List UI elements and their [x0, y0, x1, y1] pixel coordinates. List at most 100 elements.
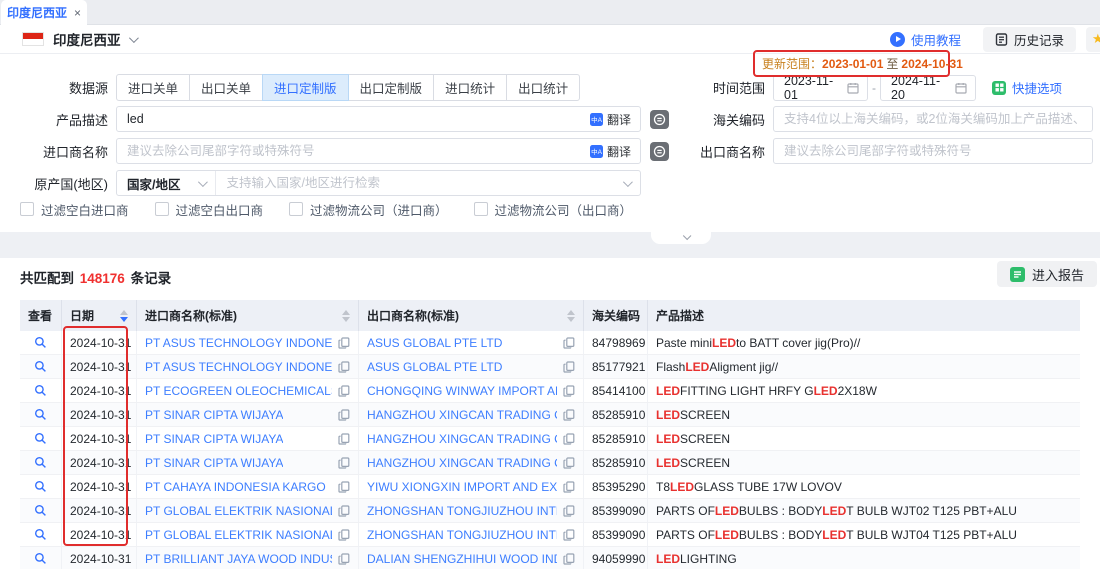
source-tab[interactable]: 出口关单	[189, 74, 263, 101]
view-cell[interactable]	[20, 403, 62, 426]
magnifier-icon[interactable]	[34, 408, 47, 421]
source-tab[interactable]: 进口统计	[433, 74, 507, 101]
origin-search-input[interactable]	[216, 171, 615, 195]
importer-link[interactable]: PT SINAR CIPTA WIJAYA	[145, 432, 283, 446]
header-importer[interactable]: 进口商名称(标准)	[137, 300, 359, 331]
date-end-input[interactable]: 2024-11-20	[880, 75, 976, 101]
tab-indonesia[interactable]: 印度尼西亚 ×	[1, 0, 87, 25]
view-cell[interactable]	[20, 451, 62, 474]
sort-icon[interactable]	[336, 310, 350, 322]
product-desc-input[interactable]	[117, 107, 590, 131]
source-tab[interactable]: 进口定制版	[262, 74, 349, 101]
close-icon[interactable]: ×	[74, 6, 81, 20]
importer-link[interactable]: PT ASUS TECHNOLOGY INDONESIA BA...	[145, 336, 332, 350]
view-cell[interactable]	[20, 427, 62, 450]
tutorial-link[interactable]: 使用教程	[890, 30, 961, 49]
history-button[interactable]: 历史记录	[983, 27, 1076, 52]
filter-checkbox[interactable]: 过滤物流公司（出口商）	[474, 200, 633, 219]
magnifier-icon[interactable]	[34, 360, 47, 373]
copy-icon[interactable]	[338, 409, 350, 421]
country-selector[interactable]: 印度尼西亚	[53, 29, 121, 49]
copy-icon[interactable]	[338, 553, 350, 565]
source-tab[interactable]: 出口定制版	[348, 74, 435, 101]
importer-link[interactable]: PT GLOBAL ELEKTRIK NASIONAL	[145, 504, 332, 518]
filter-checkbox[interactable]: 过滤空白进口商	[20, 200, 129, 219]
importer-link[interactable]: PT BRILLIANT JAYA WOOD INDUSTRY	[145, 552, 332, 566]
magnifier-icon[interactable]	[34, 552, 47, 565]
copy-icon[interactable]	[338, 505, 350, 517]
magnifier-icon[interactable]	[34, 528, 47, 541]
translate-button[interactable]: 中A 翻译	[590, 143, 640, 160]
importer-link[interactable]: PT SINAR CIPTA WIJAYA	[145, 456, 283, 470]
magnifier-icon[interactable]	[34, 456, 47, 469]
sort-icon[interactable]	[561, 310, 575, 322]
exporter-link[interactable]: ZHONGSHAN TONGJIUZHOU INTERNA...	[367, 528, 557, 542]
exporter-link[interactable]: CHONGQING WINWAY IMPORT AND E...	[367, 384, 557, 398]
collapse-panel-button[interactable]	[651, 232, 711, 244]
magnifier-icon[interactable]	[34, 384, 47, 397]
header-date[interactable]: 日期	[62, 300, 137, 331]
importer-link[interactable]: PT ASUS TECHNOLOGY INDONESIA BA...	[145, 360, 332, 374]
magnifier-icon[interactable]	[34, 504, 47, 517]
copy-icon[interactable]	[338, 433, 350, 445]
copy-icon[interactable]	[338, 361, 350, 373]
view-cell[interactable]	[20, 499, 62, 522]
source-tab[interactable]: 进口关单	[116, 74, 190, 101]
exporter-input[interactable]	[774, 139, 1092, 163]
copy-icon[interactable]	[563, 457, 575, 469]
copy-icon[interactable]	[338, 529, 350, 541]
copy-icon[interactable]	[563, 433, 575, 445]
copy-icon[interactable]	[338, 337, 350, 349]
view-cell[interactable]	[20, 475, 62, 498]
date-start-input[interactable]: 2023-11-01	[773, 75, 868, 101]
importer-input[interactable]	[117, 139, 590, 163]
view-cell[interactable]	[20, 523, 62, 546]
enter-report-button[interactable]: 进入报告	[997, 261, 1097, 287]
copy-icon[interactable]	[563, 481, 575, 493]
magnifier-icon[interactable]	[34, 480, 47, 493]
magnifier-icon[interactable]	[34, 432, 47, 445]
view-cell[interactable]	[20, 331, 62, 354]
exporter-link[interactable]: HANGZHOU XINGCAN TRADING CO LTD	[367, 432, 557, 446]
origin-type-select[interactable]: 国家/地区	[117, 171, 216, 195]
copy-icon[interactable]	[563, 361, 575, 373]
source-tab[interactable]: 出口统计	[506, 74, 580, 101]
copy-icon[interactable]	[563, 553, 575, 565]
sort-icon[interactable]	[114, 310, 128, 322]
importer-link[interactable]: PT ECOGREEN OLEOCHEMICALS	[145, 384, 332, 398]
header-exporter[interactable]: 出口商名称(标准)	[359, 300, 584, 331]
chevron-down-icon[interactable]	[128, 33, 138, 43]
favorite-button[interactable]: ★	[1086, 27, 1100, 52]
importer-link[interactable]: PT CAHAYA INDONESIA KARGO	[145, 480, 326, 494]
copy-icon[interactable]	[338, 457, 350, 469]
checkbox-icon[interactable]	[20, 202, 34, 216]
exporter-link[interactable]: HANGZHOU XINGCAN TRADING CO LTD	[367, 408, 557, 422]
magnifier-icon[interactable]	[34, 336, 47, 349]
importer-link[interactable]: PT SINAR CIPTA WIJAYA	[145, 408, 283, 422]
exporter-link[interactable]: ZHONGSHAN TONGJIUZHOU INTERNA...	[367, 504, 557, 518]
copy-icon[interactable]	[563, 409, 575, 421]
view-cell[interactable]	[20, 547, 62, 569]
filter-checkbox[interactable]: 过滤空白出口商	[155, 200, 264, 219]
filter-checkbox[interactable]: 过滤物流公司（进口商）	[289, 200, 448, 219]
copy-icon[interactable]	[563, 529, 575, 541]
view-cell[interactable]	[20, 379, 62, 402]
copy-icon[interactable]	[563, 337, 575, 349]
exporter-link[interactable]: YIWU XIONGXIN IMPORT AND EXPORT...	[367, 480, 557, 494]
checkbox-icon[interactable]	[155, 202, 169, 216]
chevron-down-icon[interactable]	[615, 174, 640, 192]
translate-button[interactable]: 中A 翻译	[590, 111, 640, 128]
checkbox-icon[interactable]	[474, 202, 488, 216]
exporter-link[interactable]: ASUS GLOBAL PTE LTD	[367, 360, 502, 374]
view-cell[interactable]	[20, 355, 62, 378]
ocr-capture-icon[interactable]	[650, 110, 669, 129]
checkbox-icon[interactable]	[289, 202, 303, 216]
copy-icon[interactable]	[563, 385, 575, 397]
exporter-link[interactable]: HANGZHOU XINGCAN TRADING CO LTD	[367, 456, 557, 470]
ocr-capture-icon[interactable]	[650, 142, 669, 161]
exporter-link[interactable]: DALIAN SHENGZHIHUI WOOD INDUST...	[367, 552, 557, 566]
importer-link[interactable]: PT GLOBAL ELEKTRIK NASIONAL	[145, 528, 332, 542]
hs-code-input[interactable]	[774, 107, 1092, 131]
copy-icon[interactable]	[563, 505, 575, 517]
exporter-link[interactable]: ASUS GLOBAL PTE LTD	[367, 336, 502, 350]
